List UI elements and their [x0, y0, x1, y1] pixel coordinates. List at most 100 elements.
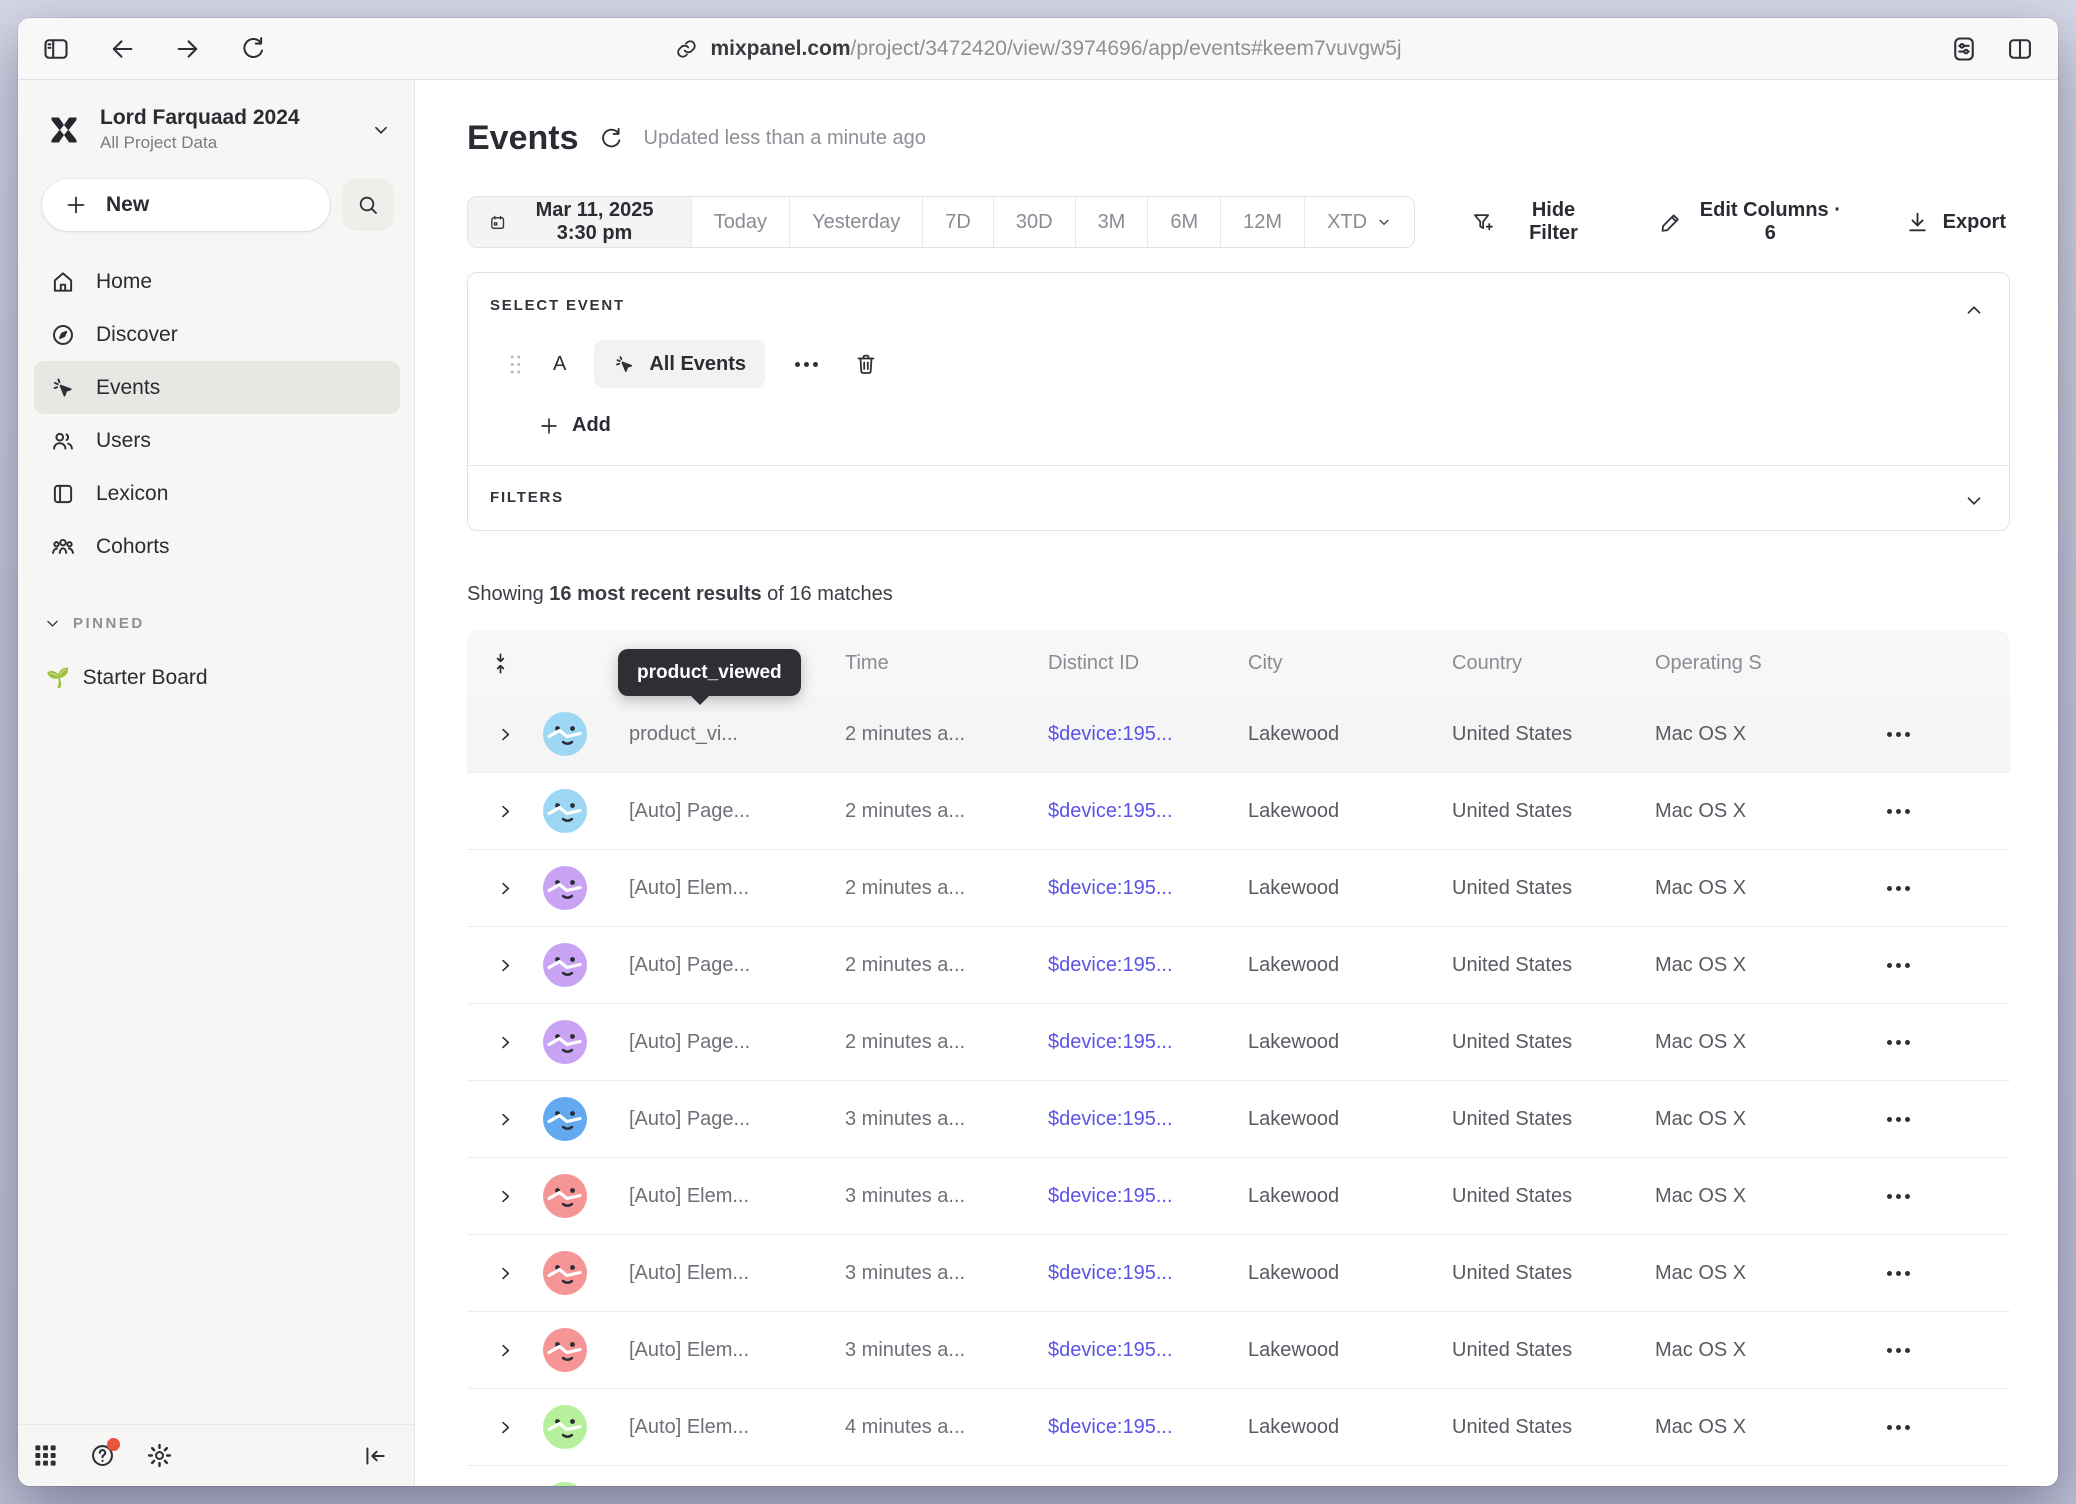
column-header-os[interactable]: Operating S — [1655, 652, 1867, 675]
collapse-rows-button[interactable] — [489, 652, 512, 675]
cell-time: 3 minutes a... — [845, 1185, 1048, 1208]
table-row[interactable] — [467, 1466, 2010, 1486]
export-button[interactable]: Export — [1901, 210, 2010, 235]
date-preset-yesterday[interactable]: Yesterday — [789, 197, 922, 247]
sidebar-item-starter-board[interactable]: 🌱 Starter Board — [18, 666, 414, 690]
pinned-header[interactable]: PINNED — [18, 615, 414, 632]
cell-country: United States — [1452, 1108, 1655, 1131]
date-preset-xtd[interactable]: XTD — [1304, 197, 1414, 247]
sidebar-item-users[interactable]: Users — [34, 414, 400, 467]
cell-distinct-id-link[interactable]: $device:195... — [1048, 1108, 1248, 1131]
table-row[interactable]: [Auto] Elem... 3 minutes a... $device:19… — [467, 1235, 2010, 1312]
cell-event-name: [Auto] Elem... — [599, 1185, 845, 1208]
browser-reload-button[interactable] — [240, 35, 267, 62]
delete-event-button[interactable] — [850, 348, 882, 380]
expand-row-button[interactable] — [497, 1265, 514, 1282]
expand-row-button[interactable] — [497, 803, 514, 820]
calendar-icon — [489, 211, 506, 234]
address-bar[interactable]: mixpanel.com/project/3472420/view/397469… — [674, 37, 1401, 61]
url-domain: mixpanel.com — [710, 37, 850, 60]
collapse-sidebar-button[interactable] — [362, 1443, 388, 1469]
browser-forward-button[interactable] — [174, 35, 202, 63]
date-preset-7d[interactable]: 7D — [922, 197, 993, 247]
cell-distinct-id-link[interactable]: $device:195... — [1048, 1262, 1248, 1285]
browser-back-button[interactable] — [108, 35, 136, 63]
settings-button[interactable] — [146, 1442, 173, 1469]
browser-page-settings-button[interactable] — [1950, 35, 1978, 63]
chevron-right-icon — [497, 1111, 514, 1128]
row-actions-button[interactable] — [1883, 1417, 1914, 1438]
browser-split-view-button[interactable] — [2006, 35, 2034, 63]
date-preset-today[interactable]: Today — [691, 197, 789, 247]
search-button[interactable] — [342, 179, 394, 231]
hide-filter-button[interactable]: Hide Filter — [1467, 199, 1603, 245]
expand-row-button[interactable] — [497, 726, 514, 743]
browser-sidebar-toggle-button[interactable] — [42, 35, 70, 63]
sidebar-item-home[interactable]: Home — [34, 255, 400, 308]
expand-row-button[interactable] — [497, 1342, 514, 1359]
sidebar-item-cohorts[interactable]: Cohorts — [34, 520, 400, 573]
expand-row-button[interactable] — [497, 1034, 514, 1051]
date-preset-3m[interactable]: 3M — [1075, 197, 1148, 247]
event-selector-chip[interactable]: All Events — [594, 340, 765, 388]
cell-distinct-id-link[interactable]: $device:195... — [1048, 800, 1248, 823]
edit-columns-button[interactable]: Edit Columns · 6 — [1655, 199, 1848, 245]
row-actions-button[interactable] — [1883, 801, 1914, 822]
row-actions-button[interactable] — [1883, 1109, 1914, 1130]
cell-distinct-id-link[interactable]: $device:195... — [1048, 723, 1248, 746]
drag-handle-icon[interactable] — [508, 352, 523, 377]
link-icon — [674, 37, 698, 61]
column-header-distinct-id[interactable]: Distinct ID — [1048, 652, 1248, 675]
new-button[interactable]: New — [42, 179, 330, 231]
column-header-time[interactable]: Time — [845, 652, 1048, 675]
row-actions-button[interactable] — [1883, 878, 1914, 899]
sidebar-item-discover[interactable]: Discover — [34, 308, 400, 361]
date-preset-6m[interactable]: 6M — [1147, 197, 1220, 247]
apps-grid-button[interactable] — [32, 1442, 59, 1469]
download-icon — [1905, 210, 1930, 235]
refresh-button[interactable] — [599, 126, 624, 151]
row-actions-button[interactable] — [1883, 955, 1914, 976]
column-header-country[interactable]: Country — [1452, 652, 1655, 675]
date-preset-30d[interactable]: 30D — [993, 197, 1075, 247]
expand-row-button[interactable] — [497, 1111, 514, 1128]
expand-row-button[interactable] — [497, 880, 514, 897]
table-row[interactable]: [Auto] Elem... 4 minutes a... $device:19… — [467, 1389, 2010, 1466]
expand-filters-button[interactable] — [1959, 486, 1989, 516]
table-row[interactable]: [Auto] Page... 3 minutes a... $device:19… — [467, 1081, 2010, 1158]
row-actions-button[interactable] — [1883, 1186, 1914, 1207]
add-event-button[interactable]: Add — [538, 414, 611, 437]
table-row[interactable]: [Auto] Elem... 3 minutes a... $device:19… — [467, 1158, 2010, 1235]
filter-funnel-icon — [1471, 210, 1495, 235]
expand-row-button[interactable] — [497, 1188, 514, 1205]
table-row[interactable]: product_vi... 2 minutes a... $device:195… — [467, 696, 2010, 773]
table-row[interactable]: [Auto] Page... 2 minutes a... $device:19… — [467, 1004, 2010, 1081]
cell-time: 3 minutes a... — [845, 1262, 1048, 1285]
date-range-current[interactable]: Mar 11, 2025 3:30 pm — [468, 197, 691, 247]
cell-distinct-id-link[interactable]: $device:195... — [1048, 1416, 1248, 1439]
cell-distinct-id-link[interactable]: $device:195... — [1048, 877, 1248, 900]
expand-row-button[interactable] — [497, 957, 514, 974]
cell-distinct-id-link[interactable]: $device:195... — [1048, 1185, 1248, 1208]
row-actions-button[interactable] — [1883, 1340, 1914, 1361]
date-preset-12m[interactable]: 12M — [1220, 197, 1304, 247]
table-row[interactable]: [Auto] Page... 2 minutes a... $device:19… — [467, 773, 2010, 850]
table-row[interactable]: [Auto] Elem... 3 minutes a... $device:19… — [467, 1312, 2010, 1389]
sidebar-item-events[interactable]: Events — [34, 361, 400, 414]
collapse-select-event-button[interactable] — [1959, 295, 1989, 325]
row-actions-button[interactable] — [1883, 1263, 1914, 1284]
table-row[interactable]: [Auto] Page... 2 minutes a... $device:19… — [467, 927, 2010, 1004]
pinned-section: PINNED 🌱 Starter Board — [18, 615, 414, 690]
cell-distinct-id-link[interactable]: $device:195... — [1048, 1031, 1248, 1054]
table-row[interactable]: [Auto] Elem... 2 minutes a... $device:19… — [467, 850, 2010, 927]
row-actions-button[interactable] — [1883, 724, 1914, 745]
column-header-city[interactable]: City — [1248, 652, 1452, 675]
cell-distinct-id-link[interactable]: $device:195... — [1048, 954, 1248, 977]
chevron-right-icon — [497, 1034, 514, 1051]
project-switcher[interactable]: Lord Farquaad 2024 All Project Data — [18, 80, 414, 163]
cell-distinct-id-link[interactable]: $device:195... — [1048, 1339, 1248, 1362]
sidebar-item-lexicon[interactable]: Lexicon — [34, 467, 400, 520]
expand-row-button[interactable] — [497, 1419, 514, 1436]
row-actions-button[interactable] — [1883, 1032, 1914, 1053]
event-more-options-button[interactable] — [791, 354, 822, 375]
